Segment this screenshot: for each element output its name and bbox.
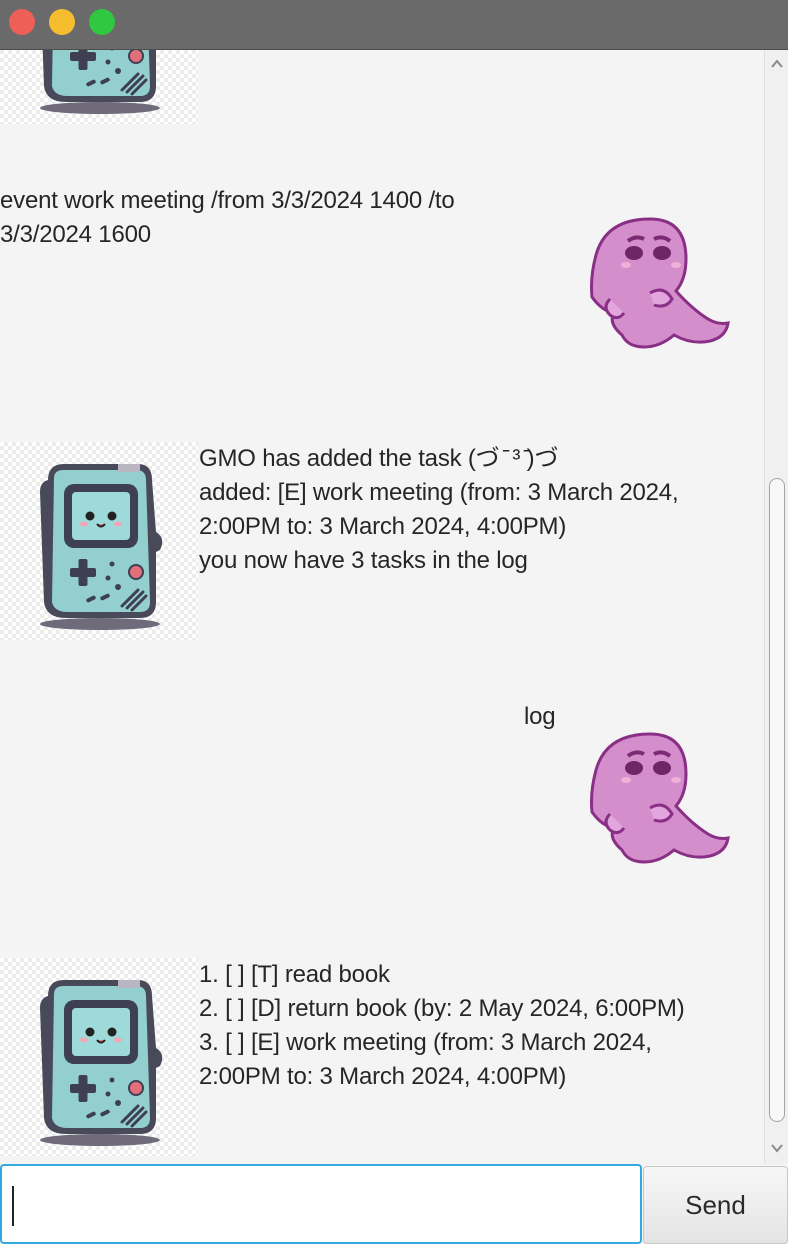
scroll-down-icon[interactable] [769, 1140, 785, 1156]
user-avatar-ghost-icon [588, 215, 734, 356]
bot-message-text: 1. [ ] [T] read book 2. [ ] [D] return b… [199, 961, 685, 1090]
chat-scroll-pane[interactable]: event work meeting /from 3/3/2024 1400 /… [0, 50, 764, 1164]
text-caret [12, 1186, 14, 1226]
window-close-button[interactable] [9, 9, 35, 35]
scroll-up-icon[interactable] [769, 56, 785, 72]
vertical-scrollbar[interactable] [764, 50, 788, 1164]
message-input-container [0, 1164, 642, 1244]
window-minimize-button[interactable] [49, 9, 75, 35]
user-avatar-ghost-icon [588, 730, 734, 871]
message-input[interactable] [10, 1176, 634, 1234]
user-message-text: event work meeting /from 3/3/2024 1400 /… [0, 187, 455, 248]
send-button[interactable]: Send [643, 1166, 788, 1244]
window-titlebar [0, 0, 788, 50]
bot-message-text: GMO has added the task (づ ̄ ³ ̄)づ added:… [199, 445, 679, 574]
user-message-text: log [524, 703, 556, 730]
window-maximize-button[interactable] [89, 9, 115, 35]
scrollbar-thumb[interactable] [769, 478, 785, 1122]
